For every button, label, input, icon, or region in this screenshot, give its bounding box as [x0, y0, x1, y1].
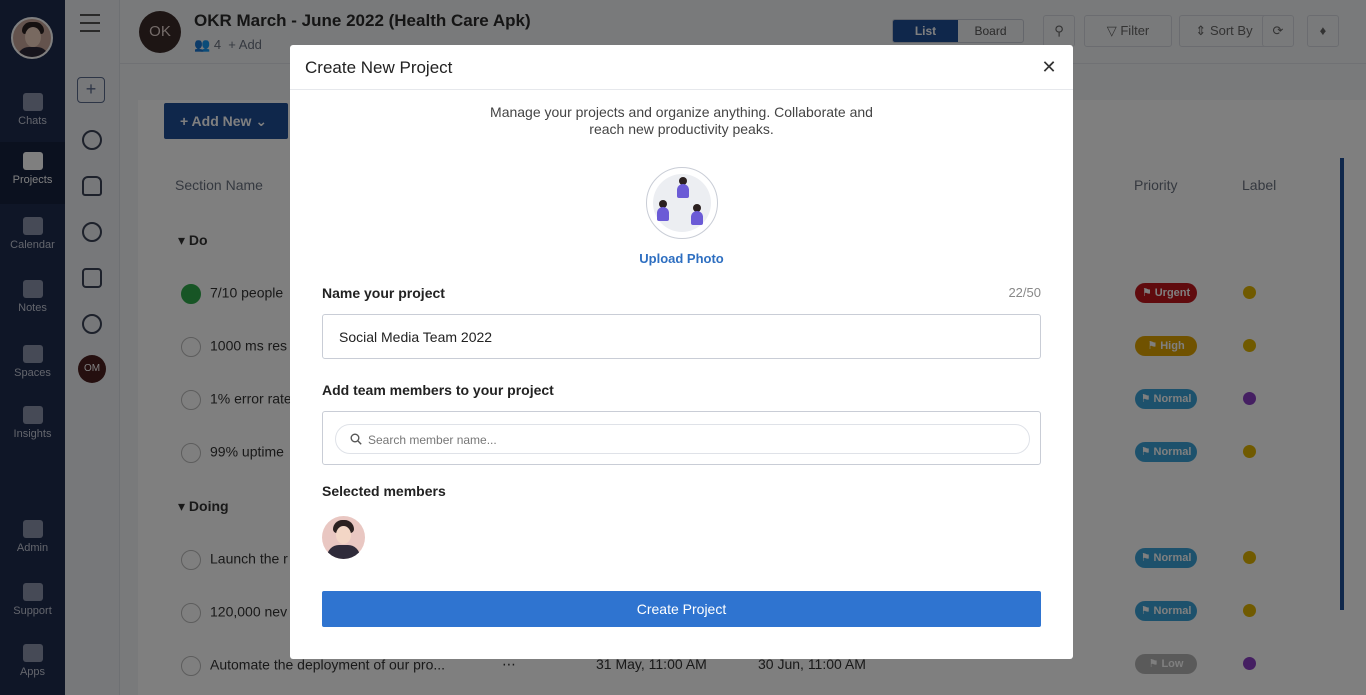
selected-member-avatar[interactable] [322, 516, 365, 559]
member-search-input[interactable] [368, 430, 1008, 450]
modal-title: Create New Project [305, 58, 453, 77]
modal-header: Create New Project ✕ [290, 45, 1073, 90]
search-icon [350, 433, 362, 445]
project-name-input[interactable] [322, 314, 1041, 359]
member-search-field[interactable] [335, 424, 1030, 454]
create-project-modal: Create New Project ✕ Manage your project… [290, 45, 1073, 659]
name-label: Name your project [322, 285, 445, 301]
modal-intro: Manage your projects and organize anythi… [490, 104, 873, 137]
name-counter: 22/50 [1008, 285, 1041, 300]
create-project-button[interactable]: Create Project [322, 591, 1041, 627]
people-illustration-icon [653, 174, 711, 232]
selected-members-label: Selected members [322, 483, 446, 499]
project-photo[interactable] [646, 167, 718, 239]
members-label: Add team members to your project [322, 382, 554, 398]
close-icon[interactable]: ✕ [1039, 57, 1059, 77]
upload-photo-link[interactable]: Upload Photo [290, 251, 1073, 266]
member-search-box [322, 411, 1041, 465]
